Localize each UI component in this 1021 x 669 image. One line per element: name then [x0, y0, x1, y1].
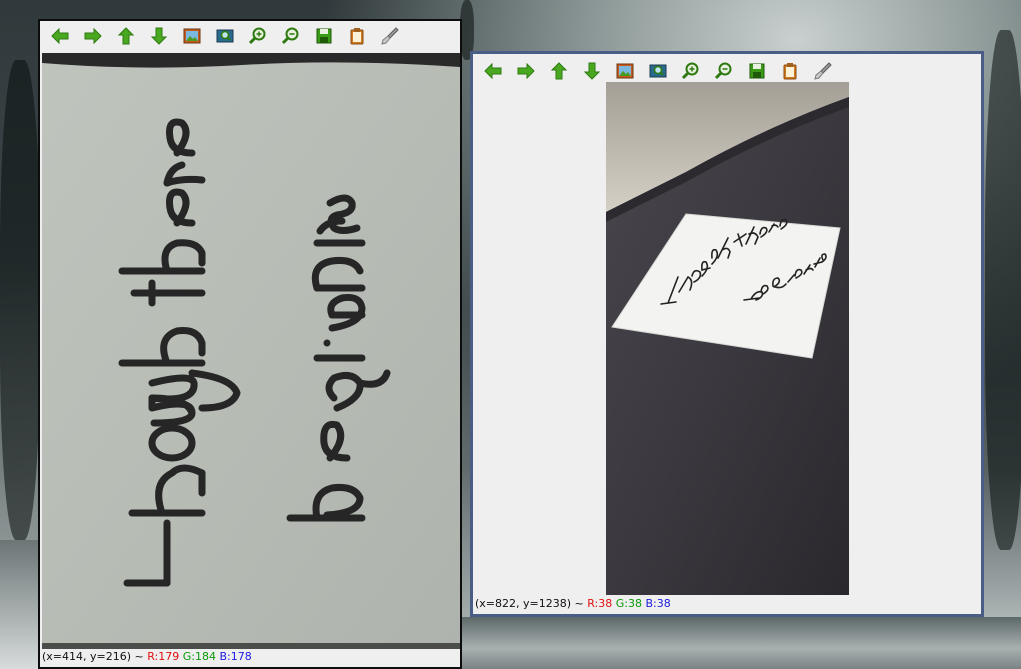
save-button[interactable]	[312, 24, 336, 48]
cursor-coords: (x=822, y=1238) ~	[475, 597, 588, 610]
pixel-red-value: R:179	[147, 650, 180, 663]
pixel-green-value: G:184	[182, 650, 216, 663]
zoom-out-icon	[281, 27, 299, 45]
brush-button[interactable]	[378, 24, 402, 48]
pixel-blue-value: B:38	[645, 597, 671, 610]
clipboard-icon	[350, 28, 364, 45]
zoom-out-button[interactable]	[279, 24, 303, 48]
forward-button[interactable]	[514, 59, 538, 83]
pixel-blue-value: B:178	[219, 650, 252, 663]
toolbar	[40, 21, 460, 51]
zoom-in-button[interactable]	[679, 59, 703, 83]
image-icon	[183, 28, 201, 44]
up-arrow-icon	[550, 62, 568, 80]
zoom-in-icon	[248, 27, 266, 45]
down-arrow-icon	[583, 62, 601, 80]
image-icon	[616, 63, 634, 79]
zoom-fit-button[interactable]	[213, 24, 237, 48]
up-button[interactable]	[547, 59, 571, 83]
image-button[interactable]	[180, 24, 204, 48]
status-bar: (x=414, y=216) ~ R:179 G:184 B:178	[42, 649, 252, 665]
image-canvas[interactable]	[42, 53, 460, 649]
down-arrow-icon	[150, 27, 168, 45]
brush-icon	[381, 27, 399, 45]
brush-icon	[814, 62, 832, 80]
save-icon	[316, 28, 332, 44]
image-viewer-window-1[interactable]: (x=414, y=216) ~ R:179 G:184 B:178	[38, 19, 462, 669]
image-canvas[interactable]	[606, 82, 849, 595]
image-viewer-window-2[interactable]: (x=822, y=1238) ~ R:38 G:38 B:38	[470, 51, 984, 617]
up-button[interactable]	[114, 24, 138, 48]
back-button[interactable]	[48, 24, 72, 48]
zoom-out-button[interactable]	[712, 59, 736, 83]
clipboard-button[interactable]	[345, 24, 369, 48]
up-arrow-icon	[117, 27, 135, 45]
save-icon	[749, 63, 765, 79]
brush-button[interactable]	[811, 59, 835, 83]
back-arrow-icon	[484, 62, 502, 80]
photo-paper-on-table	[606, 82, 849, 595]
handwritten-note-closeup	[42, 53, 460, 649]
pixel-green-value: G:38	[615, 597, 642, 610]
forward-arrow-icon	[84, 27, 102, 45]
pixel-red-value: R:38	[587, 597, 613, 610]
down-button[interactable]	[580, 59, 604, 83]
save-button[interactable]	[745, 59, 769, 83]
zoom-fit-icon	[216, 29, 234, 43]
zoom-fit-button[interactable]	[646, 59, 670, 83]
cursor-coords: (x=414, y=216) ~	[42, 650, 148, 663]
zoom-fit-icon	[649, 64, 667, 78]
clipboard-icon	[783, 63, 797, 80]
clipboard-button[interactable]	[778, 59, 802, 83]
status-bar: (x=822, y=1238) ~ R:38 G:38 B:38	[475, 596, 671, 612]
image-button[interactable]	[613, 59, 637, 83]
down-button[interactable]	[147, 24, 171, 48]
forward-button[interactable]	[81, 24, 105, 48]
back-button[interactable]	[481, 59, 505, 83]
zoom-in-icon	[681, 62, 699, 80]
zoom-out-icon	[714, 62, 732, 80]
back-arrow-icon	[51, 27, 69, 45]
forward-arrow-icon	[517, 62, 535, 80]
zoom-in-button[interactable]	[246, 24, 270, 48]
